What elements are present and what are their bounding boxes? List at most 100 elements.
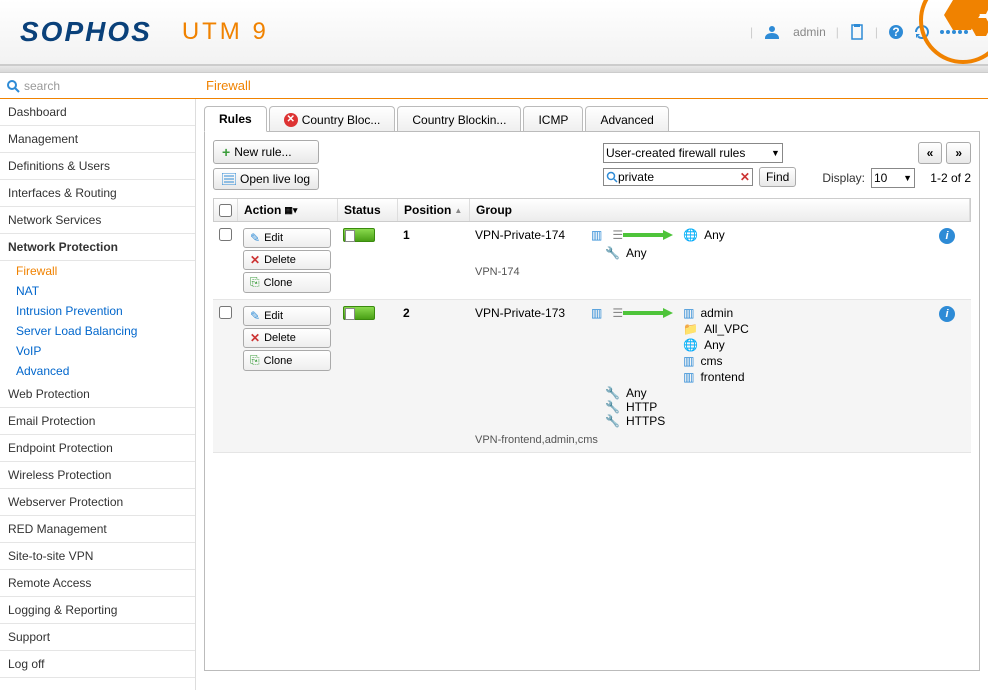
plus-icon: +: [222, 144, 230, 160]
rule-filter-select[interactable]: User-created firewall rules▼: [603, 143, 783, 163]
service-icon: 🔧: [605, 414, 620, 428]
info-icon[interactable]: i: [939, 228, 955, 244]
clone-icon: ⎘: [250, 275, 260, 290]
sidebar-item[interactable]: Web Protection: [0, 381, 195, 408]
dest-label: Any: [704, 338, 725, 352]
sidebar-item[interactable]: Webserver Protection: [0, 489, 195, 516]
new-rule-button[interactable]: +New rule...: [213, 140, 319, 164]
pager-prev-button[interactable]: «: [918, 142, 943, 164]
tab[interactable]: ✕Country Bloc...: [269, 106, 396, 132]
rule-row: ✎Edit✕Delete⎘Clone2VPN-Private-173▥☰▥adm…: [213, 300, 971, 453]
open-live-log-button[interactable]: Open live log: [213, 168, 319, 190]
service-label: HTTP: [626, 400, 657, 414]
find-button[interactable]: Find: [759, 167, 796, 187]
source-label: VPN-Private-173: [475, 306, 585, 320]
search-icon: [6, 79, 20, 93]
dest-label: Any: [704, 228, 725, 242]
sidebar-subitem[interactable]: VoIP: [0, 341, 195, 361]
sidebar-item[interactable]: Management: [0, 126, 195, 153]
search-icon: [606, 171, 618, 183]
stack-icon: ☰: [612, 228, 623, 242]
edit-button[interactable]: ✎Edit: [243, 228, 331, 248]
position-value: 1: [397, 226, 469, 295]
tab[interactable]: ICMP: [523, 106, 583, 132]
rule-description: VPN-frontend,admin,cms: [475, 434, 965, 446]
select-all-checkbox[interactable]: [219, 204, 232, 217]
sidebar-item[interactable]: Dashboard: [0, 99, 195, 126]
sidebar-item[interactable]: Remote Access: [0, 570, 195, 597]
sidebar-item[interactable]: RED Management: [0, 516, 195, 543]
sidebar-item[interactable]: Network Services: [0, 207, 195, 234]
sidebar-item[interactable]: Definitions & Users: [0, 153, 195, 180]
tab[interactable]: Advanced: [585, 106, 668, 132]
arrow-icon: [623, 231, 673, 239]
sidebar-subitem[interactable]: Intrusion Prevention: [0, 301, 195, 321]
server-icon: ▥: [683, 370, 694, 384]
sidebar-item[interactable]: Site-to-site VPN: [0, 543, 195, 570]
service-icon: 🔧: [605, 400, 620, 414]
sidebar-item[interactable]: Logging & Reporting: [0, 597, 195, 624]
sidebar-item[interactable]: Interfaces & Routing: [0, 180, 195, 207]
delete-icon: ✕: [250, 253, 260, 267]
server-icon: ▥: [683, 306, 694, 320]
clone-button[interactable]: ⎘Clone: [243, 272, 331, 293]
page-size-select[interactable]: 10▼: [871, 168, 915, 188]
brand-logo: SOPHOS: [20, 16, 152, 48]
service-label: Any: [626, 386, 647, 400]
col-position[interactable]: Position▲: [398, 199, 470, 221]
rules-panel: +New rule... Open live log User-created …: [204, 131, 980, 671]
rule-search-input[interactable]: [618, 170, 740, 184]
service-icon: 🔧: [605, 386, 620, 400]
dest-label: frontend: [700, 370, 744, 384]
display-label: Display:: [822, 171, 865, 185]
log-icon: [222, 173, 236, 185]
blocked-icon: ✕: [284, 113, 298, 127]
col-group[interactable]: Group: [470, 199, 970, 221]
status-toggle[interactable]: [343, 228, 375, 242]
delete-icon: ✕: [250, 331, 260, 345]
edit-icon: ✎: [250, 231, 260, 245]
edit-button[interactable]: ✎Edit: [243, 306, 331, 326]
dest-label: All_VPC: [704, 322, 749, 336]
row-checkbox[interactable]: [219, 306, 232, 319]
source-label: VPN-Private-174: [475, 228, 585, 242]
header-divider: [0, 65, 988, 73]
position-value: 2: [397, 304, 469, 448]
pager-next-button[interactable]: »: [946, 142, 971, 164]
tab-strip: Rules✕Country Bloc...Country Blockin...I…: [204, 105, 980, 131]
service-icon: 🔧: [605, 246, 620, 260]
app-header: SOPHOS UTM 9 | admin | | ?: [0, 0, 988, 65]
sidebar-item[interactable]: Email Protection: [0, 408, 195, 435]
sidebar-item[interactable]: Wireless Protection: [0, 462, 195, 489]
sidebar-subitem[interactable]: NAT: [0, 281, 195, 301]
tab[interactable]: Rules: [204, 106, 267, 132]
global-search[interactable]: search: [0, 75, 196, 97]
sidebar-subitem[interactable]: Firewall: [0, 261, 195, 281]
tab[interactable]: Country Blockin...: [397, 106, 521, 132]
service-label: Any: [626, 246, 647, 260]
col-action[interactable]: Action ▦▾: [238, 199, 338, 221]
network-icon: ▥: [591, 306, 602, 320]
clipboard-icon[interactable]: [849, 24, 865, 40]
edit-icon: ✎: [250, 309, 260, 323]
rule-search-field[interactable]: ✕: [603, 168, 753, 186]
sidebar-item[interactable]: Log off: [0, 651, 195, 678]
clear-search-icon[interactable]: ✕: [740, 170, 750, 184]
arrow-icon: [623, 309, 673, 317]
sidebar-item[interactable]: Endpoint Protection: [0, 435, 195, 462]
sidebar-subitem[interactable]: Server Load Balancing: [0, 321, 195, 341]
clone-button[interactable]: ⎘Clone: [243, 350, 331, 371]
username[interactable]: admin: [793, 25, 826, 39]
folder-icon: 📁: [683, 322, 698, 336]
record-count: 1-2 of 2: [921, 171, 971, 185]
sidebar-item[interactable]: Network Protection: [0, 234, 195, 261]
sidebar-item[interactable]: Support: [0, 624, 195, 651]
col-status[interactable]: Status: [338, 199, 398, 221]
status-toggle[interactable]: [343, 306, 375, 320]
delete-button[interactable]: ✕Delete: [243, 250, 331, 270]
server-icon: ▥: [683, 354, 694, 368]
info-icon[interactable]: i: [939, 306, 955, 322]
row-checkbox[interactable]: [219, 228, 232, 241]
delete-button[interactable]: ✕Delete: [243, 328, 331, 348]
sidebar-subitem[interactable]: Advanced: [0, 361, 195, 381]
